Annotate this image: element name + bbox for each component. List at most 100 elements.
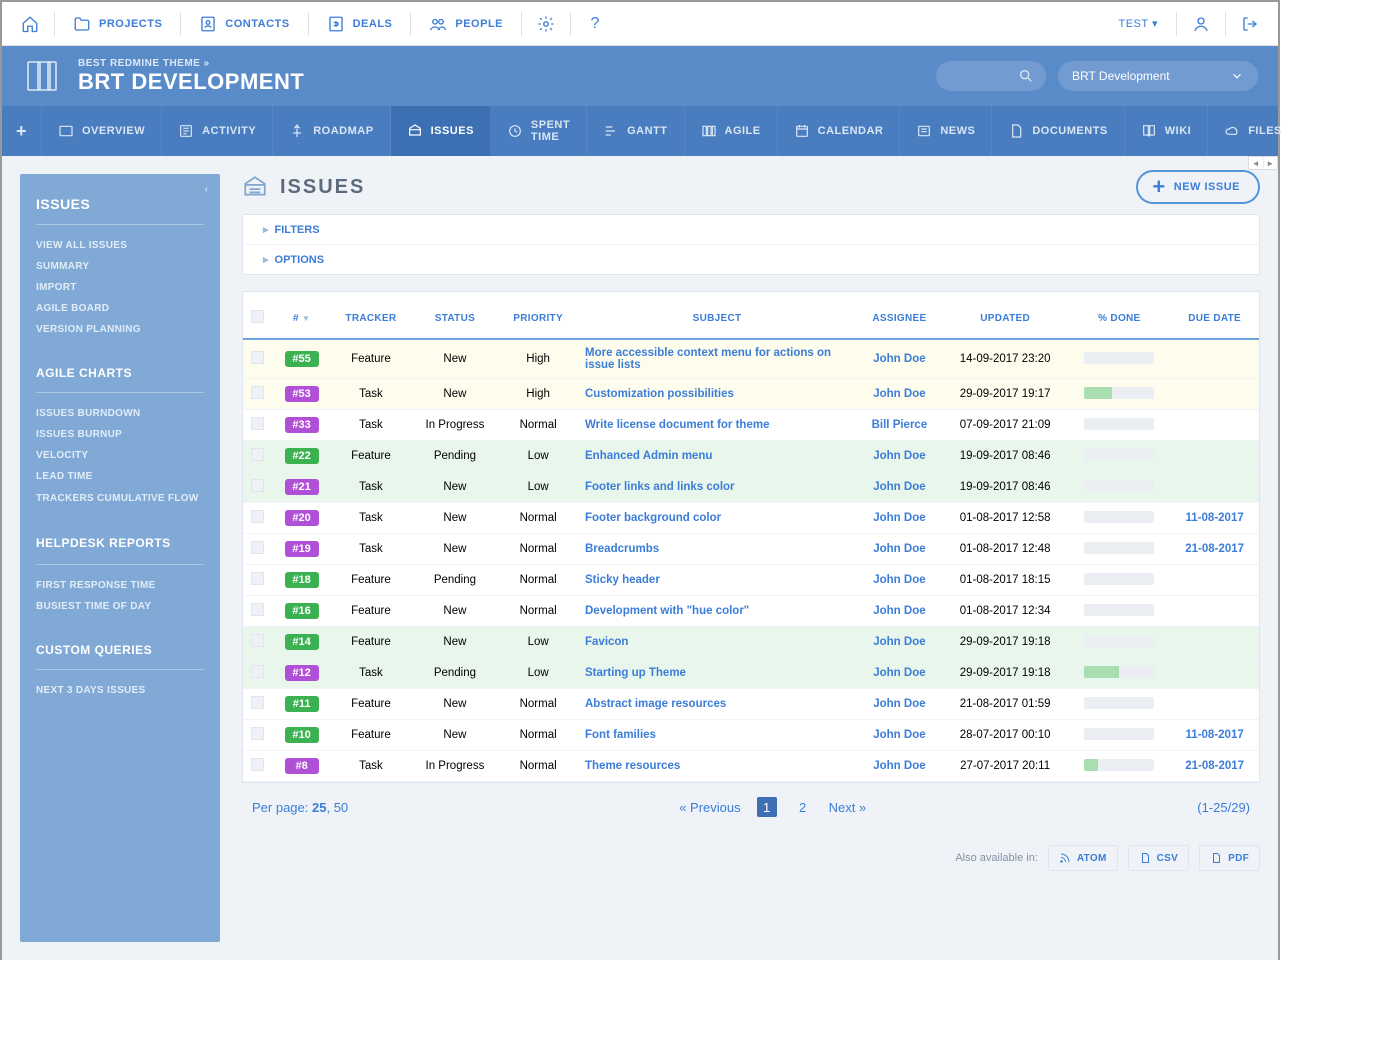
- sidebar-item-issues-burndown[interactable]: ISSUES BURNDOWN: [20, 403, 220, 424]
- col-due[interactable]: DUE DATE: [1170, 298, 1259, 339]
- issue-id-badge[interactable]: #21: [285, 479, 319, 495]
- cell-assignee[interactable]: John Doe: [857, 534, 942, 565]
- issue-id-badge[interactable]: #20: [285, 510, 319, 526]
- sidebar-item-velocity[interactable]: VELOCITY: [20, 445, 220, 466]
- col-updated[interactable]: UPDATED: [942, 298, 1069, 339]
- sidebar-item-view-all[interactable]: VIEW ALL ISSUES: [20, 235, 220, 256]
- table-row[interactable]: #55FeatureNewHighMore accessible context…: [243, 339, 1259, 379]
- col-status[interactable]: STATUS: [411, 298, 500, 339]
- username[interactable]: TEST ▾: [1105, 17, 1173, 30]
- tab-wiki[interactable]: WIKI: [1125, 106, 1208, 156]
- gear-icon[interactable]: [526, 4, 566, 44]
- table-row[interactable]: #19TaskNewNormalBreadcrumbsJohn Doe01-08…: [243, 534, 1259, 565]
- row-checkbox[interactable]: [251, 510, 264, 523]
- pager-next[interactable]: Next »: [829, 800, 867, 815]
- tab-gantt[interactable]: GANTT: [587, 106, 684, 156]
- table-row[interactable]: #33TaskIn ProgressNormalWrite license do…: [243, 410, 1259, 441]
- user-icon[interactable]: [1181, 4, 1221, 44]
- cell-subject[interactable]: Favicon: [577, 627, 857, 658]
- tab-roadmap[interactable]: ROADMAP: [273, 106, 390, 156]
- per-page-25[interactable]: 25: [312, 800, 326, 815]
- sidebar-item-lead-time[interactable]: LEAD TIME: [20, 466, 220, 487]
- filters-toggle[interactable]: ▸FILTERS: [243, 215, 1259, 244]
- cell-subject[interactable]: Footer background color: [577, 503, 857, 534]
- table-row[interactable]: #21TaskNewLowFooter links and links colo…: [243, 472, 1259, 503]
- sidebar-item-summary[interactable]: SUMMARY: [20, 256, 220, 277]
- issue-id-badge[interactable]: #11: [285, 696, 319, 712]
- cell-subject[interactable]: Enhanced Admin menu: [577, 441, 857, 472]
- tab-calendar[interactable]: CALENDAR: [778, 106, 901, 156]
- cell-assignee[interactable]: John Doe: [857, 472, 942, 503]
- cell-subject[interactable]: Footer links and links color: [577, 472, 857, 503]
- nav-contacts[interactable]: CONTACTS: [185, 4, 303, 44]
- cell-subject[interactable]: Write license document for theme: [577, 410, 857, 441]
- cell-assignee[interactable]: John Doe: [857, 339, 942, 379]
- export-csv[interactable]: CSV: [1128, 845, 1189, 871]
- sidebar-item-issues-burnup[interactable]: ISSUES BURNUP: [20, 424, 220, 445]
- col-select-all[interactable]: [243, 298, 272, 339]
- issue-id-badge[interactable]: #55: [285, 351, 319, 367]
- cell-assignee[interactable]: Bill Pierce: [857, 410, 942, 441]
- row-checkbox[interactable]: [251, 351, 264, 364]
- sidebar-item-import[interactable]: IMPORT: [20, 277, 220, 298]
- row-checkbox[interactable]: [251, 634, 264, 647]
- cell-assignee[interactable]: John Doe: [857, 441, 942, 472]
- tab-documents[interactable]: DOCUMENTS: [992, 106, 1124, 156]
- cell-assignee[interactable]: John Doe: [857, 596, 942, 627]
- table-row[interactable]: #22FeaturePendingLowEnhanced Admin menuJ…: [243, 441, 1259, 472]
- nav-deals[interactable]: DEALS: [313, 4, 407, 44]
- project-selector[interactable]: BRT Development: [1058, 61, 1258, 91]
- col-priority[interactable]: PRIORITY: [499, 298, 577, 339]
- table-row[interactable]: #8TaskIn ProgressNormalTheme resourcesJo…: [243, 751, 1259, 782]
- sidebar-collapse-icon[interactable]: ‹: [205, 184, 208, 195]
- issue-id-badge[interactable]: #14: [285, 634, 319, 650]
- row-checkbox[interactable]: [251, 727, 264, 740]
- cell-subject[interactable]: Customization possibilities: [577, 379, 857, 410]
- issue-id-badge[interactable]: #16: [285, 603, 319, 619]
- issue-id-badge[interactable]: #8: [285, 758, 319, 774]
- pager-page-1[interactable]: 1: [757, 797, 777, 817]
- tab-news[interactable]: NEWS: [900, 106, 992, 156]
- issue-id-badge[interactable]: #22: [285, 448, 319, 464]
- new-issue-button[interactable]: + NEW ISSUE: [1136, 170, 1260, 204]
- cell-subject[interactable]: Breadcrumbs: [577, 534, 857, 565]
- cell-assignee[interactable]: John Doe: [857, 627, 942, 658]
- per-page-50[interactable]: , 50: [326, 800, 348, 815]
- sidebar-item-trackers-cumulative[interactable]: TRACKERS CUMULATIVE FLOW: [20, 487, 220, 510]
- issue-id-badge[interactable]: #12: [285, 665, 319, 681]
- sidebar-item-agile-board[interactable]: AGILE BOARD: [20, 298, 220, 319]
- export-atom[interactable]: ATOM: [1048, 845, 1118, 871]
- logout-icon[interactable]: [1230, 4, 1270, 44]
- col-subject[interactable]: SUBJECT: [577, 298, 857, 339]
- tab-add[interactable]: +: [2, 106, 42, 156]
- nav-projects[interactable]: PROJECTS: [59, 4, 176, 44]
- col-id[interactable]: # ▼: [272, 298, 331, 339]
- cell-assignee[interactable]: John Doe: [857, 720, 942, 751]
- cell-subject[interactable]: Abstract image resources: [577, 689, 857, 720]
- tab-issues[interactable]: ISSUES: [391, 106, 491, 156]
- table-row[interactable]: #16FeatureNewNormalDevelopment with "hue…: [243, 596, 1259, 627]
- cell-assignee[interactable]: John Doe: [857, 658, 942, 689]
- sidebar-item-version-planning[interactable]: VERSION PLANNING: [20, 319, 220, 340]
- tab-spent-time[interactable]: SPENT TIME: [491, 106, 587, 156]
- cell-subject[interactable]: Sticky header: [577, 565, 857, 596]
- help-icon[interactable]: ?: [575, 4, 615, 44]
- table-row[interactable]: #14FeatureNewLowFaviconJohn Doe29-09-201…: [243, 627, 1259, 658]
- issue-id-badge[interactable]: #18: [285, 572, 319, 588]
- export-pdf[interactable]: PDF: [1199, 845, 1260, 871]
- table-row[interactable]: #10FeatureNewNormalFont familiesJohn Doe…: [243, 720, 1259, 751]
- tabs-scroller[interactable]: ◄►: [1248, 156, 1278, 170]
- cell-assignee[interactable]: John Doe: [857, 379, 942, 410]
- row-checkbox[interactable]: [251, 417, 264, 430]
- sidebar-item-busiest[interactable]: BUSIEST TIME OF DAY: [20, 596, 220, 617]
- row-checkbox[interactable]: [251, 758, 264, 771]
- cell-subject[interactable]: Development with "hue color": [577, 596, 857, 627]
- table-row[interactable]: #53TaskNewHighCustomization possibilitie…: [243, 379, 1259, 410]
- cell-assignee[interactable]: John Doe: [857, 751, 942, 782]
- cell-subject[interactable]: Starting up Theme: [577, 658, 857, 689]
- sidebar-item-next-3days[interactable]: NEXT 3 DAYS ISSUES: [20, 680, 220, 701]
- issue-id-badge[interactable]: #53: [285, 386, 319, 402]
- row-checkbox[interactable]: [251, 665, 264, 678]
- row-checkbox[interactable]: [251, 603, 264, 616]
- options-toggle[interactable]: ▸OPTIONS: [243, 244, 1259, 274]
